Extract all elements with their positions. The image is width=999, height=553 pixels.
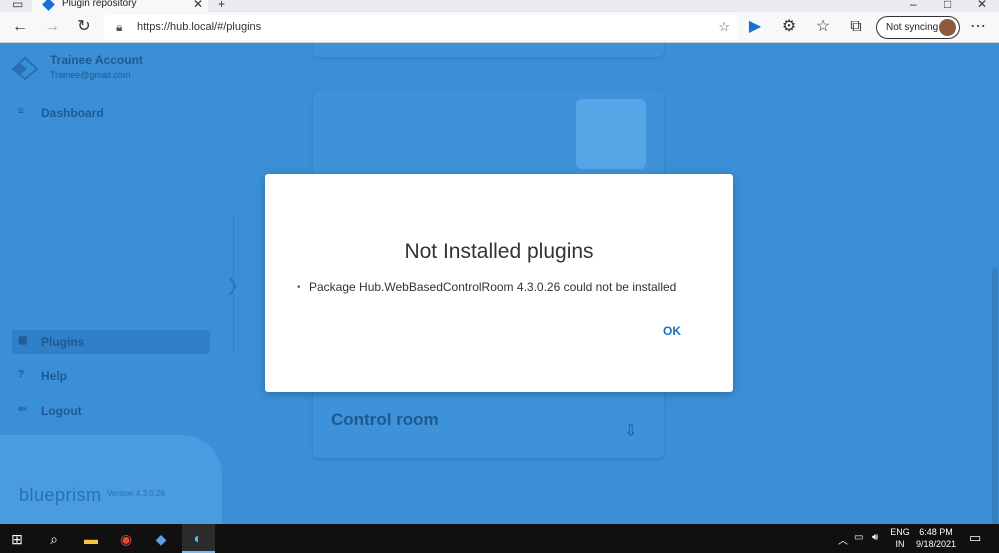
sidebar-item-label: Logout: [41, 404, 82, 418]
sidebar-item-plugins[interactable]: ▦ Plugins: [12, 330, 210, 354]
system-clock[interactable]: 6:48 PM 9/18/2021: [908, 526, 964, 550]
not-installed-dialog: Not Installed plugins • Package Hub.WebB…: [265, 174, 733, 392]
address-bar[interactable]: 🔒︎ https://hub.local/#/plugins ☆: [104, 15, 738, 40]
back-icon[interactable]: ←: [10, 17, 30, 37]
blueprism-logo-icon: [11, 56, 39, 81]
forward-icon[interactable]: →: [42, 17, 62, 37]
read-aloud-icon[interactable]: ▶: [745, 17, 765, 37]
volume-icon[interactable]: 🔊︎: [872, 532, 878, 543]
sidebar-item-label: Help: [41, 369, 68, 383]
favorites-icon[interactable]: ☆: [813, 17, 833, 37]
app-version: Version 4.3.0.26: [107, 489, 165, 498]
brand-name: blueprism: [19, 485, 102, 505]
sync-label: Not syncing: [886, 22, 939, 33]
start-icon[interactable]: ⊞: [6, 528, 28, 550]
collapse-sidebar-icon[interactable]: 〉: [228, 271, 248, 300]
plugins-icon: ▦: [18, 335, 28, 346]
window-close-icon[interactable]: ✕: [977, 0, 987, 11]
network-icon[interactable]: ▭: [854, 532, 863, 543]
sidebar-item-label: Dashboard: [41, 106, 104, 120]
clock-date: 9/18/2021: [915, 539, 957, 549]
plugin-card-title: Control room: [331, 410, 439, 429]
tab-title: Plugin repository: [62, 0, 137, 9]
download-cloud-icon[interactable]: ⇩: [624, 421, 637, 441]
brand-footer: [0, 435, 222, 524]
browser-tab[interactable]: Plugin repository: [32, 0, 208, 12]
refresh-icon[interactable]: ↻: [74, 17, 94, 37]
minimize-icon[interactable]: –: [910, 0, 917, 11]
lock-icon[interactable]: 🔒︎: [116, 20, 122, 35]
plugin-card: [313, 43, 664, 57]
address-url[interactable]: https://hub.local/#/plugins: [137, 21, 261, 33]
sidebar-item-help[interactable]: ? Help: [12, 364, 210, 388]
dialog-title: Not Installed plugins: [404, 240, 594, 263]
sidebar: Trainee Account Trainee@gmail.com ≡ Dash…: [0, 43, 222, 524]
more-options-icon[interactable]: ⋯: [970, 16, 986, 36]
dialog-message: Package Hub.WebBasedControlRoom 4.3.0.26…: [309, 280, 677, 294]
tab-actions-icon[interactable]: ▭: [12, 0, 23, 11]
plugin-illustration-icon: [576, 99, 646, 169]
file-explorer-icon[interactable]: ▬: [80, 528, 102, 550]
edge-taskbar-button[interactable]: ◐: [182, 524, 215, 553]
browser-tab-strip: ▭ Plugin repository ✕ + – □ ✕: [0, 0, 999, 12]
collections-icon[interactable]: ⧉: [846, 17, 866, 37]
profile-sync-button[interactable]: Not syncing: [876, 16, 960, 39]
page-scrollbar[interactable]: [992, 268, 998, 524]
sidebar-item-dashboard[interactable]: ≡ Dashboard: [12, 101, 210, 125]
account-email: Trainee@gmail.com: [50, 70, 131, 80]
site-favicon-icon: [42, 0, 55, 11]
windows-taskbar: ⊞ ⌕ ▬ ◉ ◆ ◐ ︿ ▭ 🔊︎ ENG IN 6:48 PM 9/18/2…: [0, 524, 999, 553]
maximize-icon[interactable]: □: [944, 0, 951, 11]
avatar: [939, 19, 956, 36]
extensions-icon[interactable]: ⚙: [779, 17, 799, 37]
browser-toolbar: ← → ↻ 🔒︎ https://hub.local/#/plugins ☆ ▶…: [0, 12, 999, 43]
chrome-icon[interactable]: ◉: [115, 528, 137, 550]
dashboard-icon: ≡: [18, 106, 24, 117]
close-tab-icon[interactable]: ✕: [193, 0, 203, 11]
logout-icon: ⇦: [18, 404, 27, 415]
app-icon[interactable]: ◆: [150, 528, 172, 550]
edge-icon: ◐: [193, 530, 203, 546]
bullet-icon: •: [297, 282, 301, 293]
help-icon: ?: [18, 369, 25, 380]
clock-time: 6:48 PM: [919, 527, 953, 537]
sidebar-item-logout[interactable]: ⇦ Logout: [12, 399, 210, 423]
new-tab-icon[interactable]: +: [218, 0, 225, 11]
search-icon[interactable]: ⌕: [43, 528, 65, 550]
favorite-star-icon[interactable]: ☆: [718, 19, 730, 35]
sidebar-item-label: Plugins: [41, 335, 85, 349]
account-name: Trainee Account: [50, 53, 143, 67]
notifications-icon[interactable]: ▭: [969, 530, 981, 546]
ok-button[interactable]: OK: [659, 322, 685, 340]
show-hidden-icons-icon[interactable]: ︿: [838, 532, 848, 547]
